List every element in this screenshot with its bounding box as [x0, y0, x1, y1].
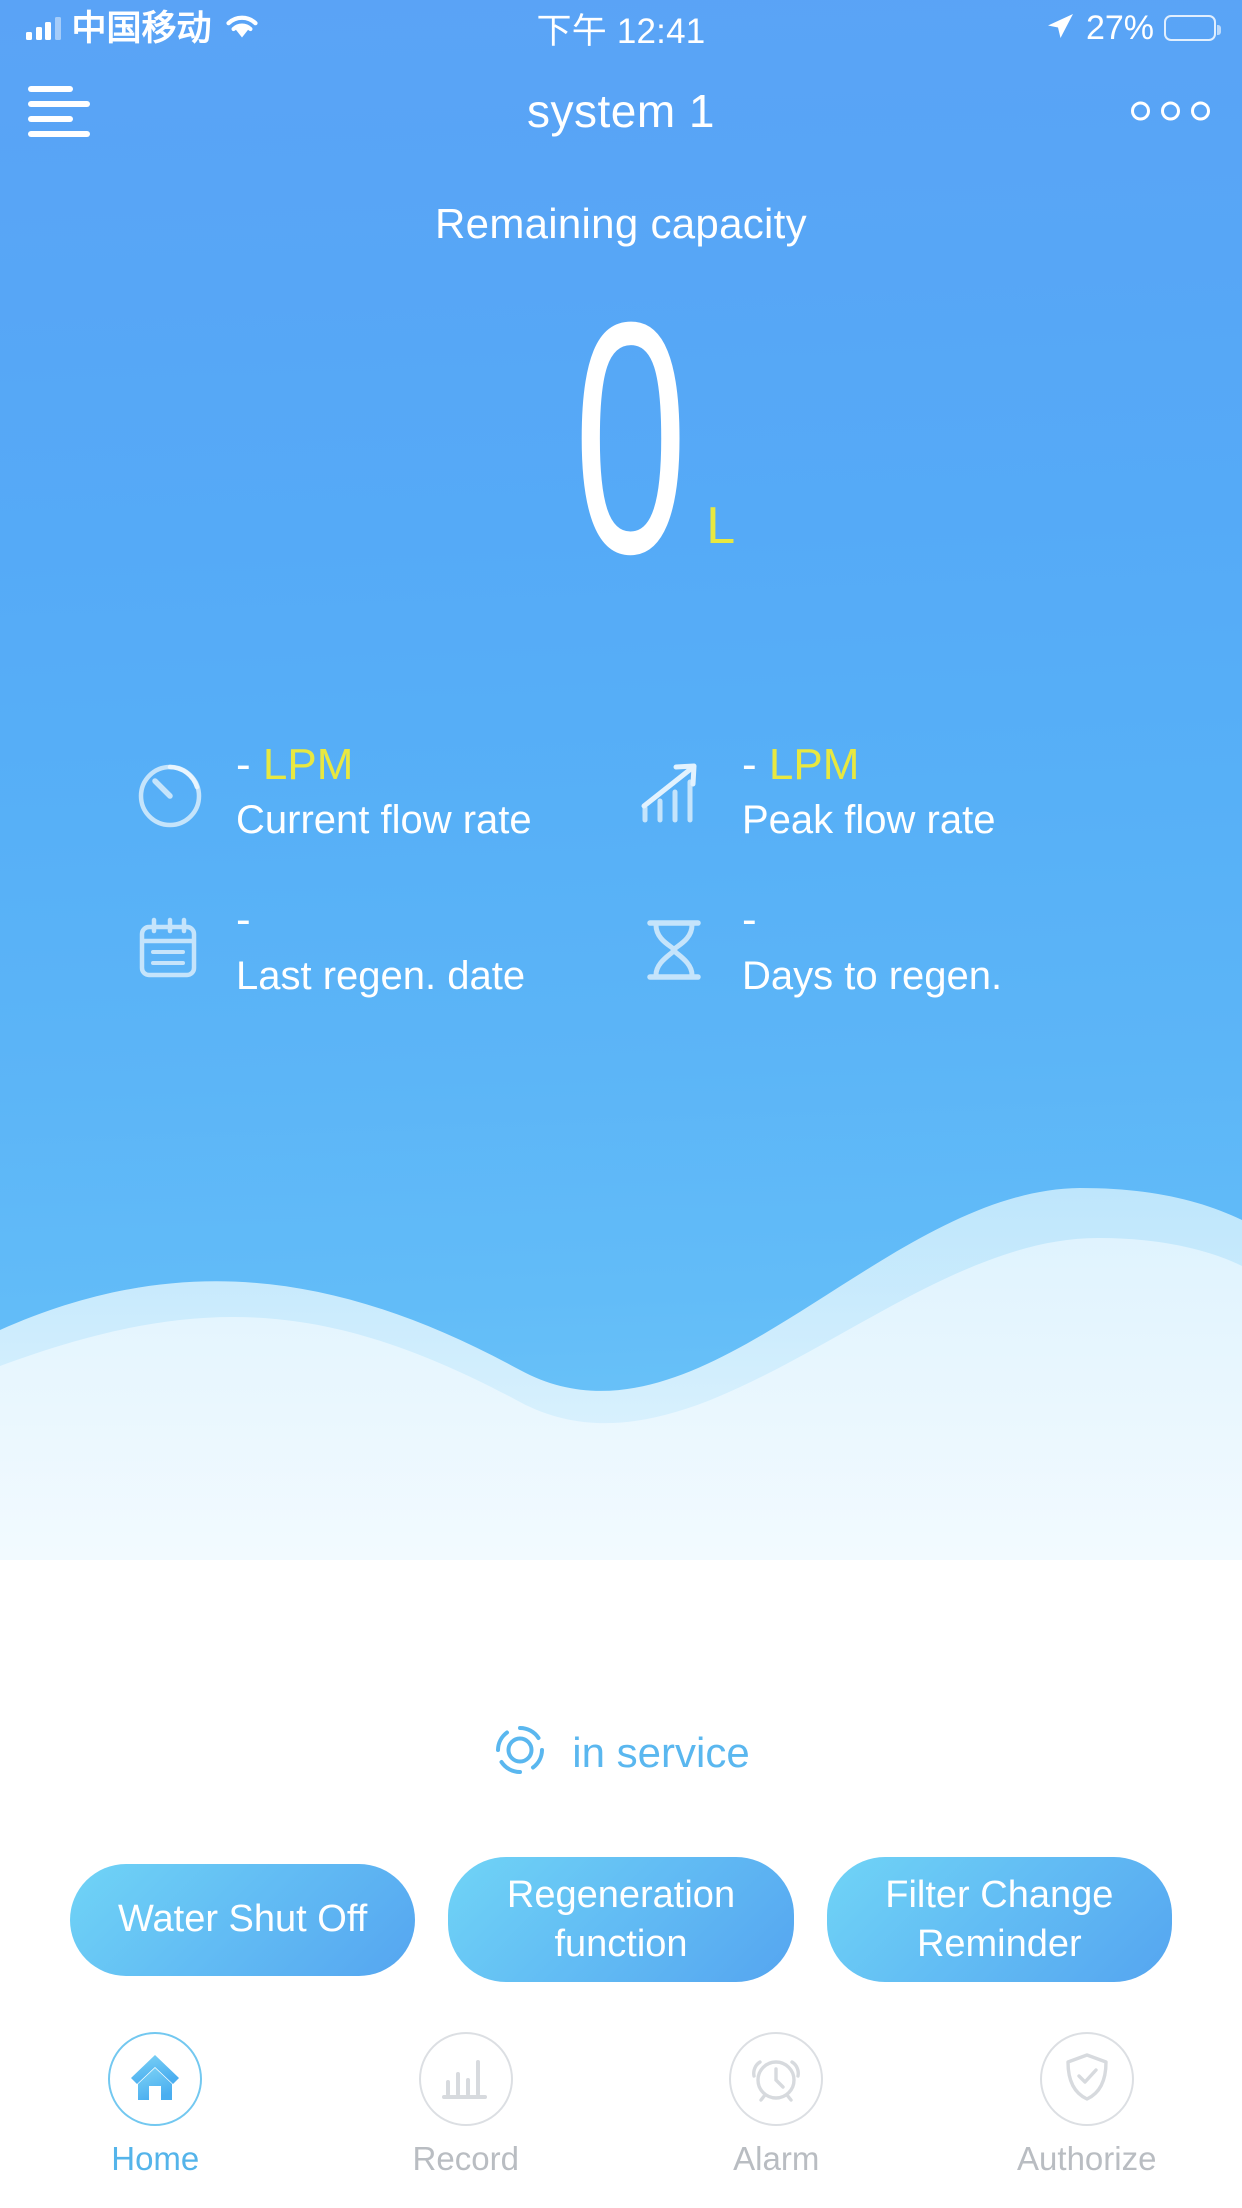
gauge-icon — [130, 754, 210, 834]
location-arrow-icon — [1044, 10, 1076, 47]
filter-change-reminder-button[interactable]: Filter Change Reminder — [826, 1857, 1172, 1983]
tab-label: Record — [412, 2140, 519, 2177]
remaining-capacity-value-row: 0 L — [0, 252, 1242, 622]
metric-label: Last regen. date — [236, 953, 526, 998]
bar-chart-arrow-icon — [636, 754, 716, 834]
metrics-grid: - LPM Current flow rate - LPM Peak flow … — [0, 740, 1242, 1003]
status-bar: 中国移动 下午 12:41 27% — [0, 0, 1242, 56]
metric-label: Peak flow rate — [742, 798, 996, 843]
tab-home[interactable]: Home — [0, 2018, 311, 2208]
metric-value: - — [236, 895, 251, 945]
metric-value: - — [742, 895, 757, 945]
remaining-capacity-value: 0 — [573, 252, 687, 622]
shield-check-icon — [1060, 2050, 1114, 2109]
bottom-tab-bar: Home Record Alarm Authorize — [0, 2018, 1242, 2208]
service-ring-icon — [492, 1722, 548, 1783]
service-status: in service — [0, 1722, 1242, 1783]
remaining-capacity-section: Remaining capacity 0 L — [0, 200, 1242, 622]
signal-bars-icon — [26, 16, 61, 40]
more-options-icon[interactable] — [1131, 101, 1210, 121]
water-shut-off-button[interactable]: Water Shut Off — [70, 1863, 416, 1976]
metric-value: - — [742, 740, 757, 789]
metric-days-to-regen: - Days to regen. — [636, 895, 1142, 1002]
regeneration-function-button[interactable]: Regeneration function — [448, 1857, 794, 1983]
metric-label: Current flow rate — [236, 798, 532, 843]
battery-icon — [1164, 15, 1221, 41]
metric-unit: LPM — [768, 740, 860, 789]
nav-bar: system 1 — [0, 56, 1242, 166]
metric-value-row: - LPM — [236, 740, 532, 789]
remaining-capacity-unit: L — [706, 497, 736, 555]
tab-record[interactable]: Record — [311, 2018, 622, 2208]
metric-peak-flow-rate: - LPM Peak flow rate — [636, 740, 1142, 847]
metric-last-regen-date: - Last regen. date — [130, 895, 636, 1002]
metric-value-row: - LPM — [742, 740, 995, 789]
metric-current-flow-rate: - LPM Current flow rate — [130, 740, 636, 847]
wifi-icon — [223, 12, 261, 45]
metric-value: - — [236, 740, 251, 789]
metric-value-row: - — [742, 895, 1002, 944]
app-root: 中国移动 下午 12:41 27% system 1 Remaining cap… — [0, 0, 1242, 2208]
tab-alarm[interactable]: Alarm — [621, 2018, 932, 2208]
calendar-icon — [130, 909, 210, 989]
home-icon — [126, 2048, 184, 2111]
page-title: system 1 — [526, 85, 716, 137]
tab-label: Alarm — [733, 2140, 820, 2177]
tab-label: Home — [111, 2140, 200, 2177]
battery-percent-label: 27% — [1085, 8, 1154, 47]
carrier-label: 中国移动 — [71, 8, 212, 48]
alarm-clock-icon — [748, 2049, 804, 2110]
hamburger-menu-icon[interactable] — [28, 80, 94, 142]
metric-value-row: - — [236, 895, 525, 944]
metric-unit: LPM — [262, 740, 354, 789]
tab-label: Authorize — [1017, 2140, 1157, 2177]
service-status-label: in service — [572, 1728, 750, 1776]
status-bar-right: 27% — [1044, 8, 1221, 48]
bar-chart-icon — [439, 2050, 493, 2109]
tab-authorize[interactable]: Authorize — [932, 2018, 1242, 2208]
hourglass-icon — [636, 909, 716, 989]
action-buttons: Water Shut Off Regeneration function Fil… — [0, 1857, 1242, 1983]
metric-label: Days to regen. — [742, 953, 1003, 998]
remaining-capacity-label: Remaining capacity — [435, 200, 807, 247]
status-bar-left: 中国移动 — [26, 11, 261, 46]
